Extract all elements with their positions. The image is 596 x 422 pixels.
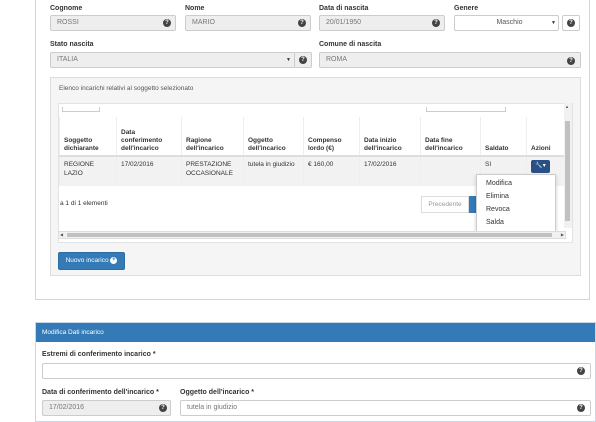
column-header[interactable]: Data conferimento dell'incarico (116, 117, 182, 157)
cognome-label: Cognome (50, 5, 83, 12)
column-header: Azioni (526, 117, 567, 157)
stato-nascita-label: Stato nascita (50, 41, 94, 48)
oggetto-value: tutela in giudizio (187, 404, 238, 411)
wrench-icon: 🔧▾ (535, 163, 546, 169)
actions-dropdown-button[interactable]: 🔧▾ (531, 160, 550, 173)
scroll-right-arrow-icon[interactable]: ▶ (561, 232, 564, 237)
estremi-field[interactable] (42, 363, 591, 379)
menu-item-modifica[interactable]: Modifica (486, 180, 512, 187)
question-circle-icon: ? (567, 19, 575, 27)
cell-data-fine (420, 156, 481, 186)
question-circle-icon[interactable]: ? (577, 367, 585, 375)
cell-oggetto: tutela in giudizio (243, 156, 304, 186)
comune-nascita-field[interactable]: ROMA (319, 52, 581, 68)
nome-field[interactable]: MARIO (185, 15, 311, 31)
chevron-down-icon: ▼ (286, 57, 291, 63)
scroll-up-arrow-icon[interactable]: ▲ (565, 104, 569, 109)
incarichi-panel-title: Elenco incarichi relativi al soggetto se… (59, 85, 194, 92)
genere-help-button[interactable]: ? (562, 15, 580, 31)
stato-nascita-value: ITALIA (57, 56, 78, 63)
comune-nascita-label: Comune di nascita (319, 41, 382, 48)
question-circle-icon[interactable]: ? (159, 404, 167, 412)
table-vertical-scrollbar[interactable]: ▲ (564, 103, 572, 228)
pager-info: a 1 di 1 elementi (60, 200, 108, 207)
column-header[interactable]: Soggetto dichiarante (59, 117, 117, 157)
menu-item-revoca[interactable]: Revoca (486, 206, 510, 213)
data-nascita-label: Data di nascita (319, 5, 369, 12)
column-header[interactable]: Data inizio dell'incarico (359, 117, 421, 157)
column-header[interactable]: Compenso lordo (€) (303, 117, 360, 157)
cell-data-conferimento: 17/02/2016 (116, 156, 182, 186)
nuovo-incarico-button[interactable]: Nuovo incarico + (58, 252, 125, 270)
scrollbar-thumb[interactable] (67, 233, 552, 237)
genere-label: Genere (454, 5, 479, 12)
menu-item-elimina[interactable]: Elimina (486, 193, 509, 200)
column-header[interactable]: Ragione dell'incarico (181, 117, 244, 157)
chevron-down-icon: ▼ (551, 20, 556, 26)
cognome-field[interactable]: ROSSI (50, 15, 176, 31)
stato-nascita-help-button[interactable]: ? (294, 52, 312, 68)
oggetto-label: Oggetto dell'incarico * (180, 389, 255, 396)
oggetto-field[interactable]: tutela in giudizio (180, 400, 591, 416)
question-circle-icon[interactable]: ? (432, 19, 440, 27)
search-box-fragment (62, 107, 100, 112)
scrollbar-thumb[interactable] (565, 121, 570, 221)
cell-data-inizio: 17/02/2016 (359, 156, 421, 186)
data-conferimento-value: 17/02/2016 (49, 404, 85, 411)
question-circle-icon[interactable]: ? (298, 19, 306, 27)
comune-nascita-value: ROMA (326, 56, 347, 63)
data-nascita-field[interactable]: 20/01/1950 (319, 15, 445, 31)
modifica-header: Modifica Dati incarico (36, 323, 595, 342)
cognome-value: ROSSI (57, 19, 79, 26)
cell-ragione: PRESTAZIONE OCCASIONALE (181, 156, 244, 186)
nome-value: MARIO (192, 19, 215, 26)
previous-page-button[interactable]: Precedente (421, 196, 469, 213)
table-header-row: Soggetto dichiarante Data conferimento d… (59, 117, 567, 157)
question-circle-icon[interactable]: ? (567, 57, 575, 65)
question-circle-icon[interactable]: ? (163, 19, 171, 27)
stato-nascita-select[interactable]: ITALIA (50, 52, 295, 68)
cell-compenso: € 160,00 (303, 156, 360, 186)
question-circle-icon: ? (299, 56, 307, 64)
data-conferimento-field[interactable]: 17/02/2016 (42, 400, 171, 416)
data-nascita-value: 20/01/1950 (326, 19, 362, 26)
cell-soggetto: REGIONE LAZIO (59, 156, 117, 186)
nuovo-incarico-label: Nuovo incarico (65, 257, 109, 264)
estremi-label: Estremi di conferimento incarico * (42, 351, 156, 358)
actions-menu: Modifica Elimina Revoca Salda (476, 174, 556, 232)
scroll-left-arrow-icon[interactable]: ◀ (60, 232, 63, 237)
data-conferimento-label: Data di conferimento dell'incarico * (42, 389, 159, 396)
question-circle-icon[interactable]: ? (577, 404, 585, 412)
filter-box-fragment (426, 107, 506, 112)
nome-label: Nome (185, 5, 205, 12)
genere-value: Maschio (496, 19, 523, 26)
genere-select[interactable]: Maschio (454, 15, 559, 31)
plus-circle-icon: + (110, 256, 118, 264)
menu-item-salda[interactable]: Salda (486, 219, 504, 226)
column-header[interactable]: Data fine dell'incarico (420, 117, 481, 157)
column-header[interactable]: Saldato (480, 117, 527, 157)
table-horizontal-scrollbar[interactable]: ◀ ▶ (58, 231, 566, 239)
column-header[interactable]: Oggetto dell'incarico (243, 117, 304, 157)
